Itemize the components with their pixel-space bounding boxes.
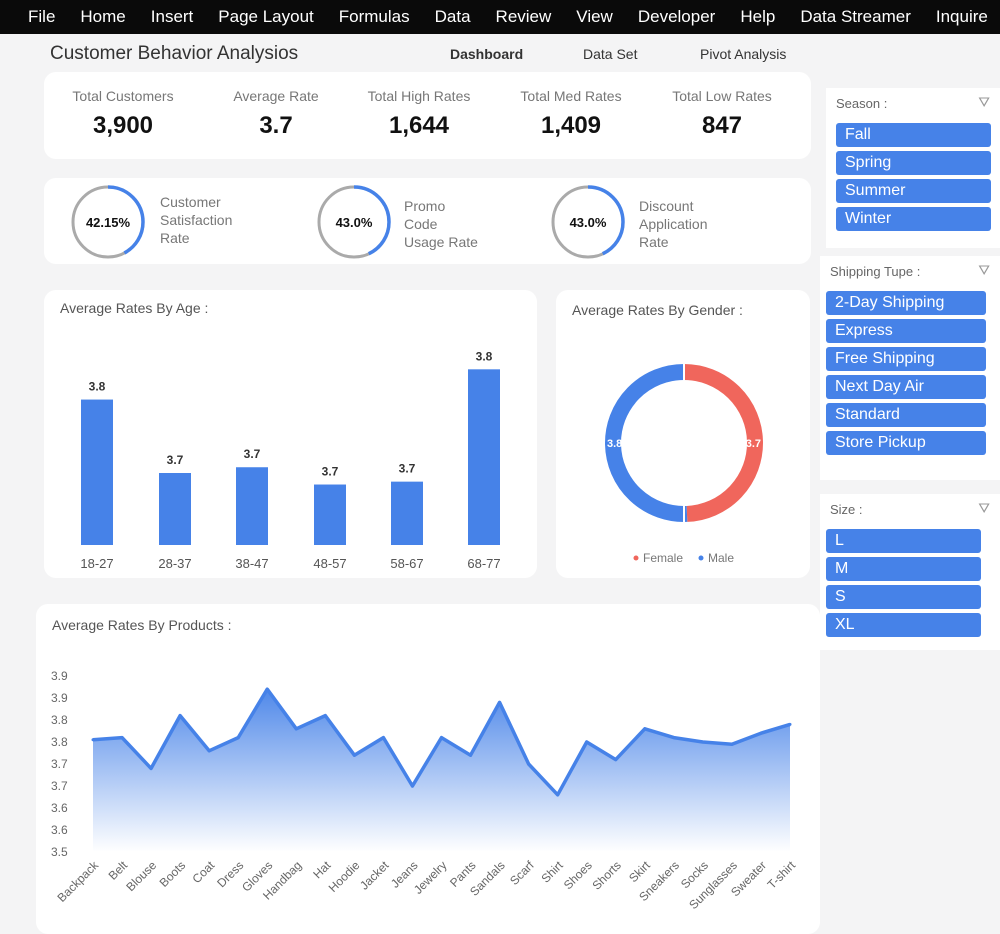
data-point: [323, 714, 327, 718]
area-fill: [93, 689, 790, 852]
season-slicer: Season : ⛛ Fall Spring Summer Winter: [826, 88, 1000, 248]
slicer-item-express[interactable]: Express: [826, 319, 986, 343]
data-point: [207, 749, 211, 753]
data-point: [498, 700, 502, 704]
data-point: [381, 736, 385, 740]
age-bar-label: 3.8: [476, 349, 493, 363]
product-label: Jacket: [357, 858, 392, 893]
age-bar-label: 3.7: [322, 465, 339, 479]
data-point: [410, 784, 414, 788]
age-bar-label: 3.8: [89, 380, 106, 394]
age-category-label: 48-57: [313, 556, 346, 571]
legend-label: Male: [708, 551, 734, 565]
data-point: [265, 687, 269, 691]
data-point: [788, 722, 792, 726]
slicer-item-free-shipping[interactable]: Free Shipping: [826, 347, 986, 371]
female-value-label: 3.7: [746, 438, 761, 450]
age-category-label: 18-27: [80, 556, 113, 571]
slicer-item-2-day-shipping[interactable]: 2-Day Shipping: [826, 291, 986, 315]
data-point: [469, 753, 473, 757]
age-bar-label: 3.7: [167, 453, 184, 467]
age-bar-label: 3.7: [399, 462, 416, 476]
data-point: [672, 736, 676, 740]
age-category-label: 38-47: [235, 556, 268, 571]
clear-filter-icon[interactable]: ⛛: [978, 94, 990, 111]
y-tick-label: 3.7: [51, 757, 68, 771]
gender-slice-female: [683, 364, 763, 522]
data-point: [556, 793, 560, 797]
slicer-title: Size :: [830, 502, 863, 517]
product-label: Backpack: [54, 858, 101, 905]
y-tick-label: 3.5: [51, 845, 68, 859]
data-point: [294, 727, 298, 731]
data-point: [236, 736, 240, 740]
legend-marker: [698, 555, 704, 561]
clear-filter-icon[interactable]: ⛛: [978, 262, 990, 279]
slicer-item-standard[interactable]: Standard: [826, 403, 986, 427]
data-point: [585, 740, 589, 744]
male-value-label: 3.8: [607, 438, 622, 450]
slicer-item-store-pickup[interactable]: Store Pickup: [826, 431, 986, 455]
data-point: [701, 740, 705, 744]
age-bar: [236, 467, 268, 545]
size-slicer: Size : ⛛ L M S XL: [820, 494, 1000, 650]
slicer-item-spring[interactable]: Spring: [836, 151, 991, 175]
product-label: Hat: [310, 858, 334, 882]
age-bar: [468, 369, 500, 545]
product-label: Coat: [189, 858, 217, 886]
product-label: Scarf: [507, 858, 537, 888]
data-point: [178, 714, 182, 718]
age-category-label: 28-37: [158, 556, 191, 571]
product-label: Belt: [106, 858, 131, 883]
slicer-item-s[interactable]: S: [826, 585, 981, 609]
clear-filter-icon[interactable]: ⛛: [978, 500, 990, 517]
age-bar-label: 3.7: [244, 447, 261, 461]
slicer-item-fall[interactable]: Fall: [836, 123, 991, 147]
y-tick-label: 3.9: [51, 669, 68, 683]
y-tick-label: 3.8: [51, 713, 68, 727]
y-tick-label: 3.9: [51, 691, 68, 705]
data-point: [614, 758, 618, 762]
age-bar: [159, 473, 191, 545]
data-point: [527, 762, 531, 766]
data-point: [352, 753, 356, 757]
slicer-title: Shipping Tupe :: [830, 264, 921, 279]
age-bar: [391, 481, 423, 545]
product-label: Shorts: [589, 858, 623, 892]
product-label: Blouse: [123, 858, 159, 894]
y-tick-label: 3.7: [51, 779, 68, 793]
gender-slice-male: [605, 364, 688, 522]
slicer-item-m[interactable]: M: [826, 557, 981, 581]
data-point: [120, 736, 124, 740]
age-category-label: 68-77: [467, 556, 500, 571]
product-label: Hoodie: [326, 858, 363, 895]
product-label: Jewelry: [411, 858, 450, 897]
shipping-type-slicer: Shipping Tupe : ⛛ 2-Day Shipping Express Fre…: [820, 256, 1000, 480]
product-label: Boots: [157, 858, 189, 890]
product-label: Shoes: [561, 858, 595, 892]
age-category-label: 58-67: [390, 556, 423, 571]
y-tick-label: 3.6: [51, 801, 68, 815]
y-tick-label: 3.8: [51, 735, 68, 749]
legend-label: Female: [643, 551, 683, 565]
product-label: T-shirt: [765, 858, 799, 892]
age-bar: [314, 484, 346, 545]
slicer-item-summer[interactable]: Summer: [836, 179, 991, 203]
data-point: [643, 727, 647, 731]
legend-marker: [633, 555, 639, 561]
slicer-title: Season :: [836, 96, 888, 111]
data-point: [91, 738, 95, 742]
data-point: [730, 742, 734, 746]
data-point: [149, 766, 153, 770]
slicer-item-xl[interactable]: XL: [826, 613, 981, 637]
slicer-item-winter[interactable]: Winter: [836, 207, 991, 231]
slicer-item-l[interactable]: L: [826, 529, 981, 553]
slicer-item-next-day-air[interactable]: Next Day Air: [826, 375, 986, 399]
age-bar: [81, 399, 113, 545]
data-point: [440, 736, 443, 740]
data-point: [759, 731, 763, 735]
y-tick-label: 3.6: [51, 823, 68, 837]
